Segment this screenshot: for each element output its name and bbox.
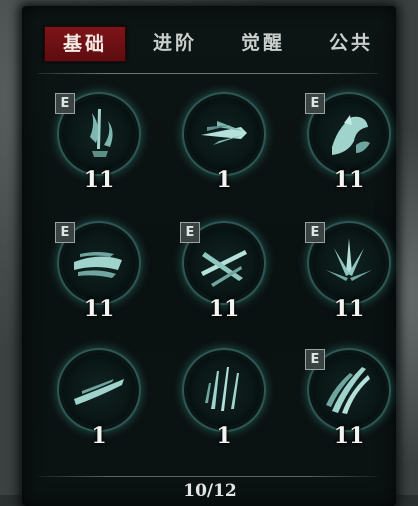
skill-slot[interactable]: 1	[180, 97, 268, 217]
skill-level: 1	[216, 423, 232, 449]
footer-divider	[38, 476, 378, 477]
skill-slot[interactable]: E 11	[180, 222, 268, 346]
skill-slot[interactable]: E 11	[55, 93, 143, 217]
skill-slot[interactable]: 1	[180, 353, 268, 473]
falling-blades-icon[interactable]	[187, 353, 261, 427]
skill-level: 1	[216, 167, 232, 193]
skill-slot[interactable]: 1	[55, 353, 143, 473]
page-counter: 10/12	[183, 481, 237, 501]
skill-slot[interactable]: E 11	[305, 93, 393, 217]
skill-slot[interactable]: E 11	[305, 349, 393, 473]
skill-level: 11	[83, 296, 115, 322]
skill-level: 1	[91, 423, 107, 449]
skill-level: 11	[333, 296, 365, 322]
feather-arrow-icon[interactable]	[187, 97, 261, 171]
equipped-badge: E	[305, 222, 325, 243]
skill-level: 11	[333, 167, 365, 193]
equipped-badge: E	[55, 222, 75, 243]
skill-slot[interactable]: E 11	[55, 222, 143, 346]
skill-slot[interactable]: E 11	[305, 222, 393, 346]
equipped-badge: E	[55, 93, 75, 114]
dash-slash-icon[interactable]	[62, 353, 136, 427]
skill-grid: E 11 1 E 11 E 11 E 11 E 11 1 1 E 11	[0, 0, 418, 495]
equipped-badge: E	[180, 222, 200, 243]
skill-level: 11	[83, 167, 115, 193]
skill-level: 11	[208, 296, 240, 322]
skill-level: 11	[333, 423, 365, 449]
equipped-badge: E	[305, 93, 325, 114]
equipped-badge: E	[305, 349, 325, 370]
